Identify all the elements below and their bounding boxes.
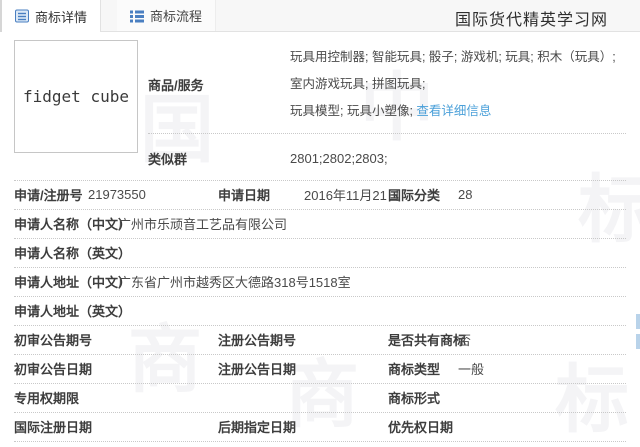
table-row: 初审公告期号 注册公告期号 是否共有商标 否 bbox=[14, 326, 626, 355]
intl-reg-date-label: 国际注册日期 bbox=[14, 417, 218, 436]
detail-list-icon bbox=[15, 9, 29, 23]
intl-class-value: 28 bbox=[458, 187, 626, 202]
process-list-icon bbox=[130, 9, 144, 23]
first-trial-notice-date-label: 初审公告日期 bbox=[14, 359, 218, 378]
applicant-address-cn-value: 广东省广州市越秀区大德路318号1518室 bbox=[118, 272, 626, 291]
tab-trademark-details[interactable]: 商标详情 bbox=[0, 0, 101, 32]
similar-group-row: 类似群 2801;2802;2803; bbox=[148, 134, 626, 180]
similar-group-value: 2801;2802;2803; bbox=[290, 151, 388, 166]
applicant-name-cn-label: 申请人名称（中文） bbox=[14, 214, 118, 233]
goods-label: 商品/服务 bbox=[148, 75, 290, 94]
exclusive-right-period-label: 专用权期限 bbox=[14, 388, 218, 407]
table-row: 专用权期限 商标形式 bbox=[14, 384, 626, 413]
similar-group-label: 类似群 bbox=[148, 149, 290, 168]
trademark-image: fidget cube bbox=[14, 40, 138, 153]
edge-scroll-button[interactable] bbox=[636, 314, 640, 329]
table-row: 申请人地址（英文） bbox=[14, 297, 626, 326]
later-designation-date-label: 后期指定日期 bbox=[218, 417, 388, 436]
view-detail-link[interactable]: 查看详细信息 bbox=[416, 104, 491, 118]
tab-trademark-process[interactable]: 商标流程 bbox=[117, 0, 216, 31]
applicant-name-cn-value: 广州市乐顽音工艺品有限公司 bbox=[118, 214, 626, 233]
application-date-label: 申请日期 bbox=[218, 185, 304, 204]
priority-date-label: 优先权日期 bbox=[388, 417, 458, 436]
application-date-value: 2016年11月21日 bbox=[304, 185, 388, 204]
applicant-address-en-label: 申请人地址（英文） bbox=[14, 301, 118, 320]
detail-rows: 申请/注册号 21973550 申请日期 2016年11月21日 国际分类 28… bbox=[14, 180, 626, 442]
trademark-summary-section: fidget cube 商品/服务 玩具用控制器; 智能玩具; 骰子; 游戏机;… bbox=[14, 32, 626, 180]
first-trial-notice-no-label: 初审公告期号 bbox=[14, 330, 218, 349]
shared-trademark-value: 否 bbox=[458, 330, 626, 349]
edge-scroll-button[interactable] bbox=[636, 334, 640, 349]
reg-notice-date-label: 注册公告日期 bbox=[218, 359, 388, 378]
table-row: 初审公告日期 注册公告日期 商标类型 一般 bbox=[14, 355, 626, 384]
goods-value: 玩具用控制器; 智能玩具; 骰子; 游戏机; 玩具; 积木（玩具）; 室内游戏玩… bbox=[290, 44, 626, 125]
tab-label: 商标详情 bbox=[35, 7, 87, 26]
table-row: 申请/注册号 21973550 申请日期 2016年11月21日 国际分类 28 bbox=[14, 181, 626, 210]
trademark-type-value: 一般 bbox=[458, 359, 626, 378]
applicant-address-cn-label: 申请人地址（中文） bbox=[14, 272, 118, 291]
goods-table: 商品/服务 玩具用控制器; 智能玩具; 骰子; 游戏机; 玩具; 积木（玩具）;… bbox=[148, 38, 626, 180]
tab-label: 商标流程 bbox=[150, 6, 202, 25]
table-row: 申请人名称（英文） bbox=[14, 239, 626, 268]
trademark-type-label: 商标类型 bbox=[388, 359, 458, 378]
goods-line-1: 玩具用控制器; 智能玩具; 骰子; 游戏机; 玩具; 积木（玩具）; 室内游戏玩… bbox=[290, 44, 626, 98]
site-watermark-text: 国际货代精英学习网 bbox=[455, 6, 608, 30]
goods-row: 商品/服务 玩具用控制器; 智能玩具; 骰子; 游戏机; 玩具; 积木（玩具）;… bbox=[148, 38, 626, 134]
trademark-detail-panel: fidget cube 商品/服务 玩具用控制器; 智能玩具; 骰子; 游戏机;… bbox=[0, 32, 640, 442]
trademark-form-label: 商标形式 bbox=[388, 388, 458, 407]
table-row: 国际注册日期 后期指定日期 优先权日期 bbox=[14, 413, 626, 442]
reg-notice-no-label: 注册公告期号 bbox=[218, 330, 388, 349]
table-row: 申请人名称（中文） 广州市乐顽音工艺品有限公司 bbox=[14, 210, 626, 239]
table-row: 申请人地址（中文） 广东省广州市越秀区大德路318号1518室 bbox=[14, 268, 626, 297]
shared-trademark-label: 是否共有商标 bbox=[388, 330, 458, 349]
goods-line-2: 玩具模型; 玩具小塑像; 查看详细信息 bbox=[290, 98, 626, 125]
application-number-value: 21973550 bbox=[88, 187, 218, 202]
intl-class-label: 国际分类 bbox=[388, 185, 458, 204]
application-number-label: 申请/注册号 bbox=[14, 185, 88, 204]
applicant-name-en-label: 申请人名称（英文） bbox=[14, 243, 118, 262]
